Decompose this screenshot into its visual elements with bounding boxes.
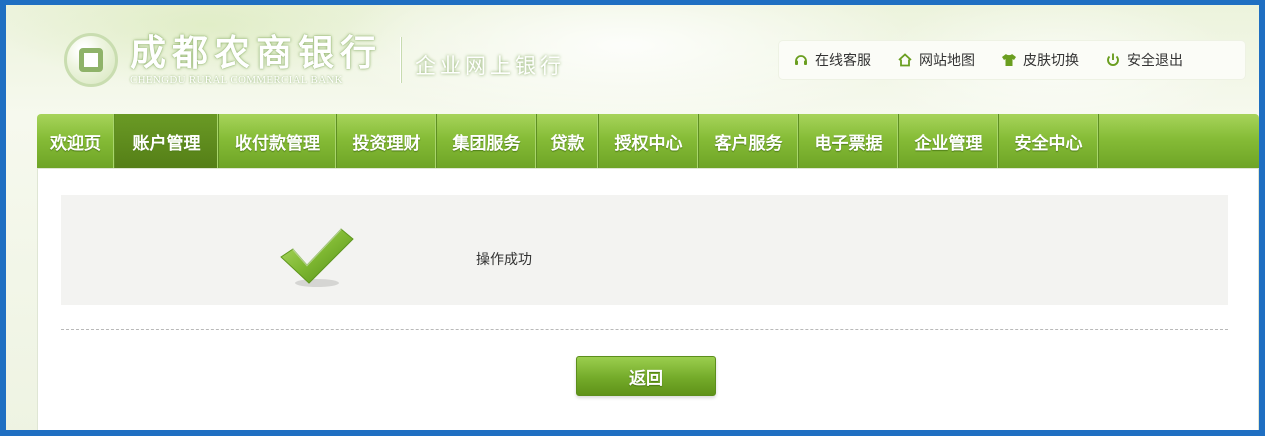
toolbar-label: 在线客服 (815, 53, 871, 69)
toolbar-label: 安全退出 (1127, 53, 1183, 69)
headset-icon (793, 52, 809, 68)
divider (61, 329, 1228, 330)
site-map-link[interactable]: 网站地图 (897, 50, 975, 70)
logo-divider (400, 37, 402, 83)
main-nav: 欢迎页 账户管理 收付款管理 投资理财 集团服务 贷款 授权中心 客户服务 电子… (37, 114, 1259, 168)
home-icon (897, 52, 913, 68)
toolbar-label: 网站地图 (919, 53, 975, 69)
logout-link[interactable]: 安全退出 (1105, 50, 1183, 70)
bank-logo[interactable]: 成都农商银行 CHENGDU RURAL COMMERCIAL BANK 企业网… (64, 33, 565, 87)
nav-item-investment[interactable]: 投资理财 (337, 114, 437, 168)
nav-item-group-services[interactable]: 集团服务 (437, 114, 537, 168)
content-area: 操作成功 返回 (37, 168, 1259, 430)
shirt-icon (1001, 52, 1017, 68)
nav-item-security-center[interactable]: 安全中心 (999, 114, 1099, 168)
browser-frame: 成都农商银行 CHENGDU RURAL COMMERCIAL BANK 企业网… (0, 0, 1265, 436)
bank-logo-icon (64, 33, 118, 87)
power-icon (1105, 52, 1121, 68)
nav-item-loans[interactable]: 贷款 (537, 114, 599, 168)
nav-item-account-management[interactable]: 账户管理 (115, 114, 219, 168)
nav-item-e-bills[interactable]: 电子票据 (799, 114, 899, 168)
bank-name-cn: 成都农商银行 (130, 32, 383, 74)
result-panel: 操作成功 (61, 195, 1228, 305)
skin-switch-link[interactable]: 皮肤切换 (1001, 50, 1079, 70)
online-service-link[interactable]: 在线客服 (793, 50, 871, 70)
nav-item-authorization[interactable]: 授权中心 (599, 114, 699, 168)
bank-name-en: CHENGDU RURAL COMMERCIAL BANK (130, 74, 343, 86)
nav-item-customer-service[interactable]: 客户服务 (699, 114, 799, 168)
checkmark-icon (280, 228, 354, 287)
toolbar-label: 皮肤切换 (1023, 53, 1079, 69)
nav-item-welcome[interactable]: 欢迎页 (37, 114, 115, 168)
result-message: 操作成功 (476, 252, 532, 268)
back-button[interactable]: 返回 (576, 356, 716, 396)
top-toolbar: 在线客服 网站地图 皮肤切换 安全退出 (779, 41, 1245, 79)
product-name: 企业网上银行 (415, 54, 566, 78)
nav-item-enterprise-management[interactable]: 企业管理 (899, 114, 999, 168)
nav-item-payments[interactable]: 收付款管理 (219, 114, 337, 168)
